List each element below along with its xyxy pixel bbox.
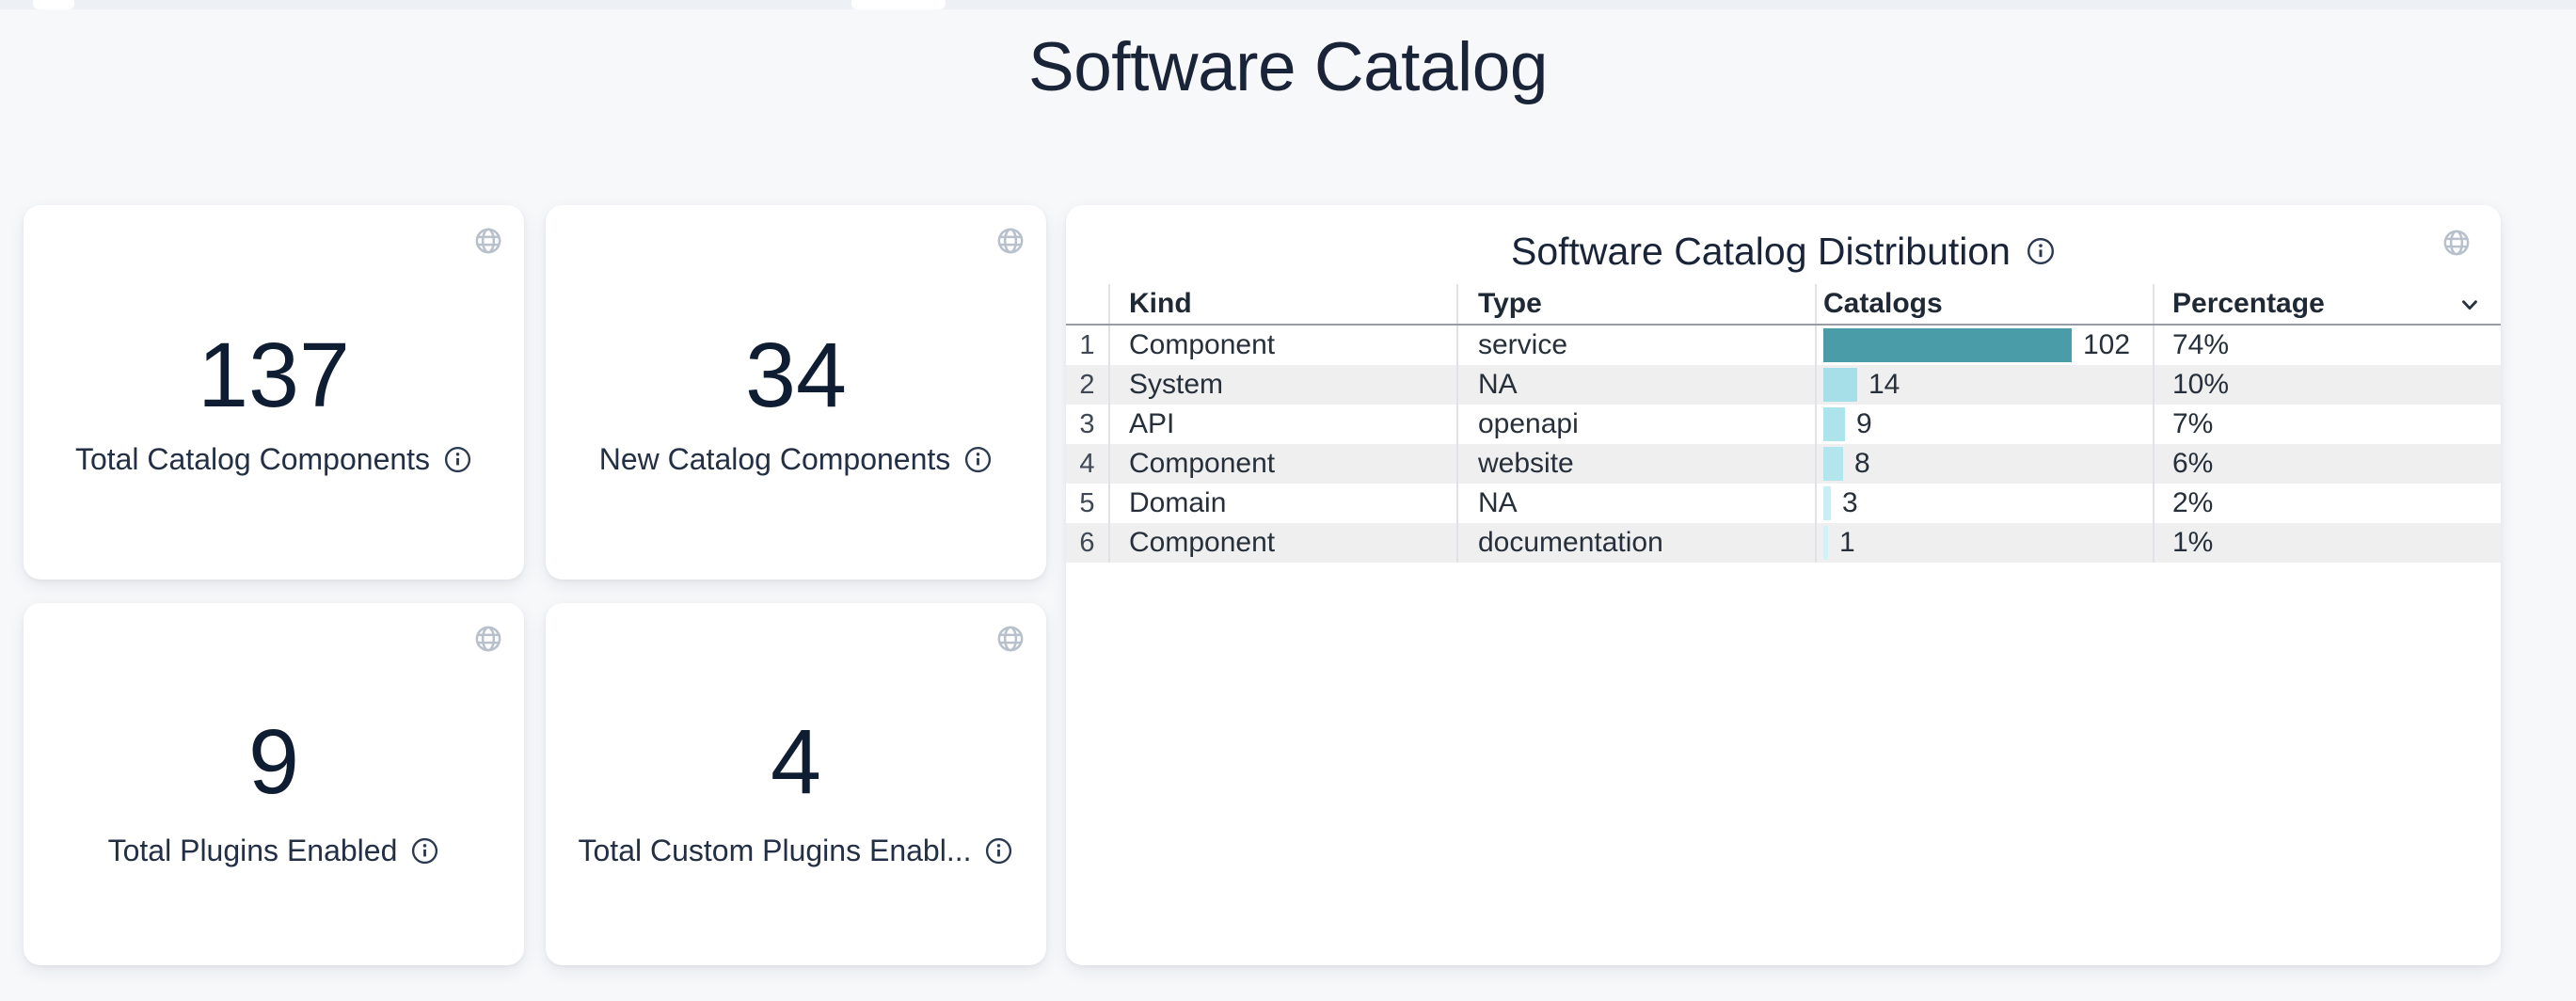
cell-type: NA [1456,365,1815,405]
stat-label: New Catalog Components [599,442,951,476]
info-icon[interactable] [963,445,993,474]
catalog-bar [1823,407,1845,441]
cell-kind: System [1108,365,1456,405]
info-icon[interactable] [443,445,472,474]
table-row: 6 Component documentation 1 1% [1066,523,2501,563]
cell-type: website [1456,444,1815,484]
stat-card-total-custom-plugins-enabled: 4 Total Custom Plugins Enabl... [546,603,1046,965]
row-number: 5 [1066,484,1108,523]
cell-kind: Component [1108,326,1456,365]
page-title: Software Catalog [0,28,2576,106]
catalog-bar [1823,447,1843,481]
catalog-bar [1823,526,1828,560]
stat-card-new-catalog-components: 34 New Catalog Components [546,205,1046,580]
distribution-card: Software Catalog Distribution Kind Type … [1066,205,2501,965]
catalog-count: 1 [1839,527,1855,559]
cell-percentage: 6% [2153,444,2501,484]
cell-kind: Component [1108,444,1456,484]
cell-percentage: 7% [2153,405,2501,444]
column-header-type[interactable]: Type [1456,284,1815,324]
stat-value: 34 [546,329,1046,421]
row-number: 4 [1066,444,1108,484]
dashboard-root: { "page": { "title": "Software Catalog" … [0,0,2576,1001]
cell-type: documentation [1456,523,1815,563]
top-notch [851,0,946,9]
column-header-index [1066,284,1108,324]
table-row: 3 API openapi 9 7% [1066,405,2501,444]
stat-value: 4 [546,716,1046,807]
catalog-bar [1823,368,1857,402]
globe-icon [995,624,1026,654]
column-header-percentage[interactable]: Percentage [2153,284,2501,324]
catalog-count: 8 [1854,448,1870,480]
table-header-row: Kind Type Catalogs Percentage [1066,284,2501,326]
table-row: 1 Component service 102 74% [1066,326,2501,365]
cell-kind: API [1108,405,1456,444]
row-number: 6 [1066,523,1108,563]
catalog-bar [1823,328,2072,362]
catalog-count: 102 [2083,329,2130,361]
stat-value: 137 [24,329,524,421]
stat-card-total-catalog-components: 137 Total Catalog Components [24,205,524,580]
stat-label: Total Custom Plugins Enabl... [579,834,972,867]
cell-percentage: 1% [2153,523,2501,563]
column-header-kind[interactable]: Kind [1108,284,1456,324]
globe-icon [473,624,503,654]
catalog-count: 14 [1868,369,1900,401]
cell-kind: Domain [1108,484,1456,523]
info-icon[interactable] [2026,236,2056,266]
catalog-count: 3 [1842,487,1858,519]
distribution-title: Software Catalog Distribution [1511,230,2011,272]
info-icon[interactable] [984,836,1013,866]
cell-percentage: 74% [2153,326,2501,365]
globe-icon [995,226,1026,256]
cell-kind: Component [1108,523,1456,563]
distribution-table: Kind Type Catalogs Percentage 1 Componen… [1066,284,2501,563]
table-body: 1 Component service 102 74% 2 System NA … [1066,326,2501,563]
table-row: 4 Component website 8 6% [1066,444,2501,484]
cell-type: openapi [1456,405,1815,444]
row-number: 2 [1066,365,1108,405]
table-row: 2 System NA 14 10% [1066,365,2501,405]
stat-card-total-plugins-enabled: 9 Total Plugins Enabled [24,603,524,965]
stat-label: Total Plugins Enabled [108,834,398,867]
top-edge-strip [0,0,2576,9]
cell-type: NA [1456,484,1815,523]
top-notch [33,0,74,9]
stat-value: 9 [24,716,524,807]
globe-icon [473,226,503,256]
chevron-down-icon[interactable] [2457,293,2482,317]
cell-percentage: 10% [2153,365,2501,405]
info-icon[interactable] [410,836,439,866]
stat-label: Total Catalog Components [75,442,430,476]
row-number: 1 [1066,326,1108,365]
cell-percentage: 2% [2153,484,2501,523]
catalog-bar [1823,486,1831,520]
table-row: 5 Domain NA 3 2% [1066,484,2501,523]
catalog-count: 9 [1856,408,1872,440]
row-number: 3 [1066,405,1108,444]
cell-type: service [1456,326,1815,365]
column-header-catalogs[interactable]: Catalogs [1815,284,2153,324]
